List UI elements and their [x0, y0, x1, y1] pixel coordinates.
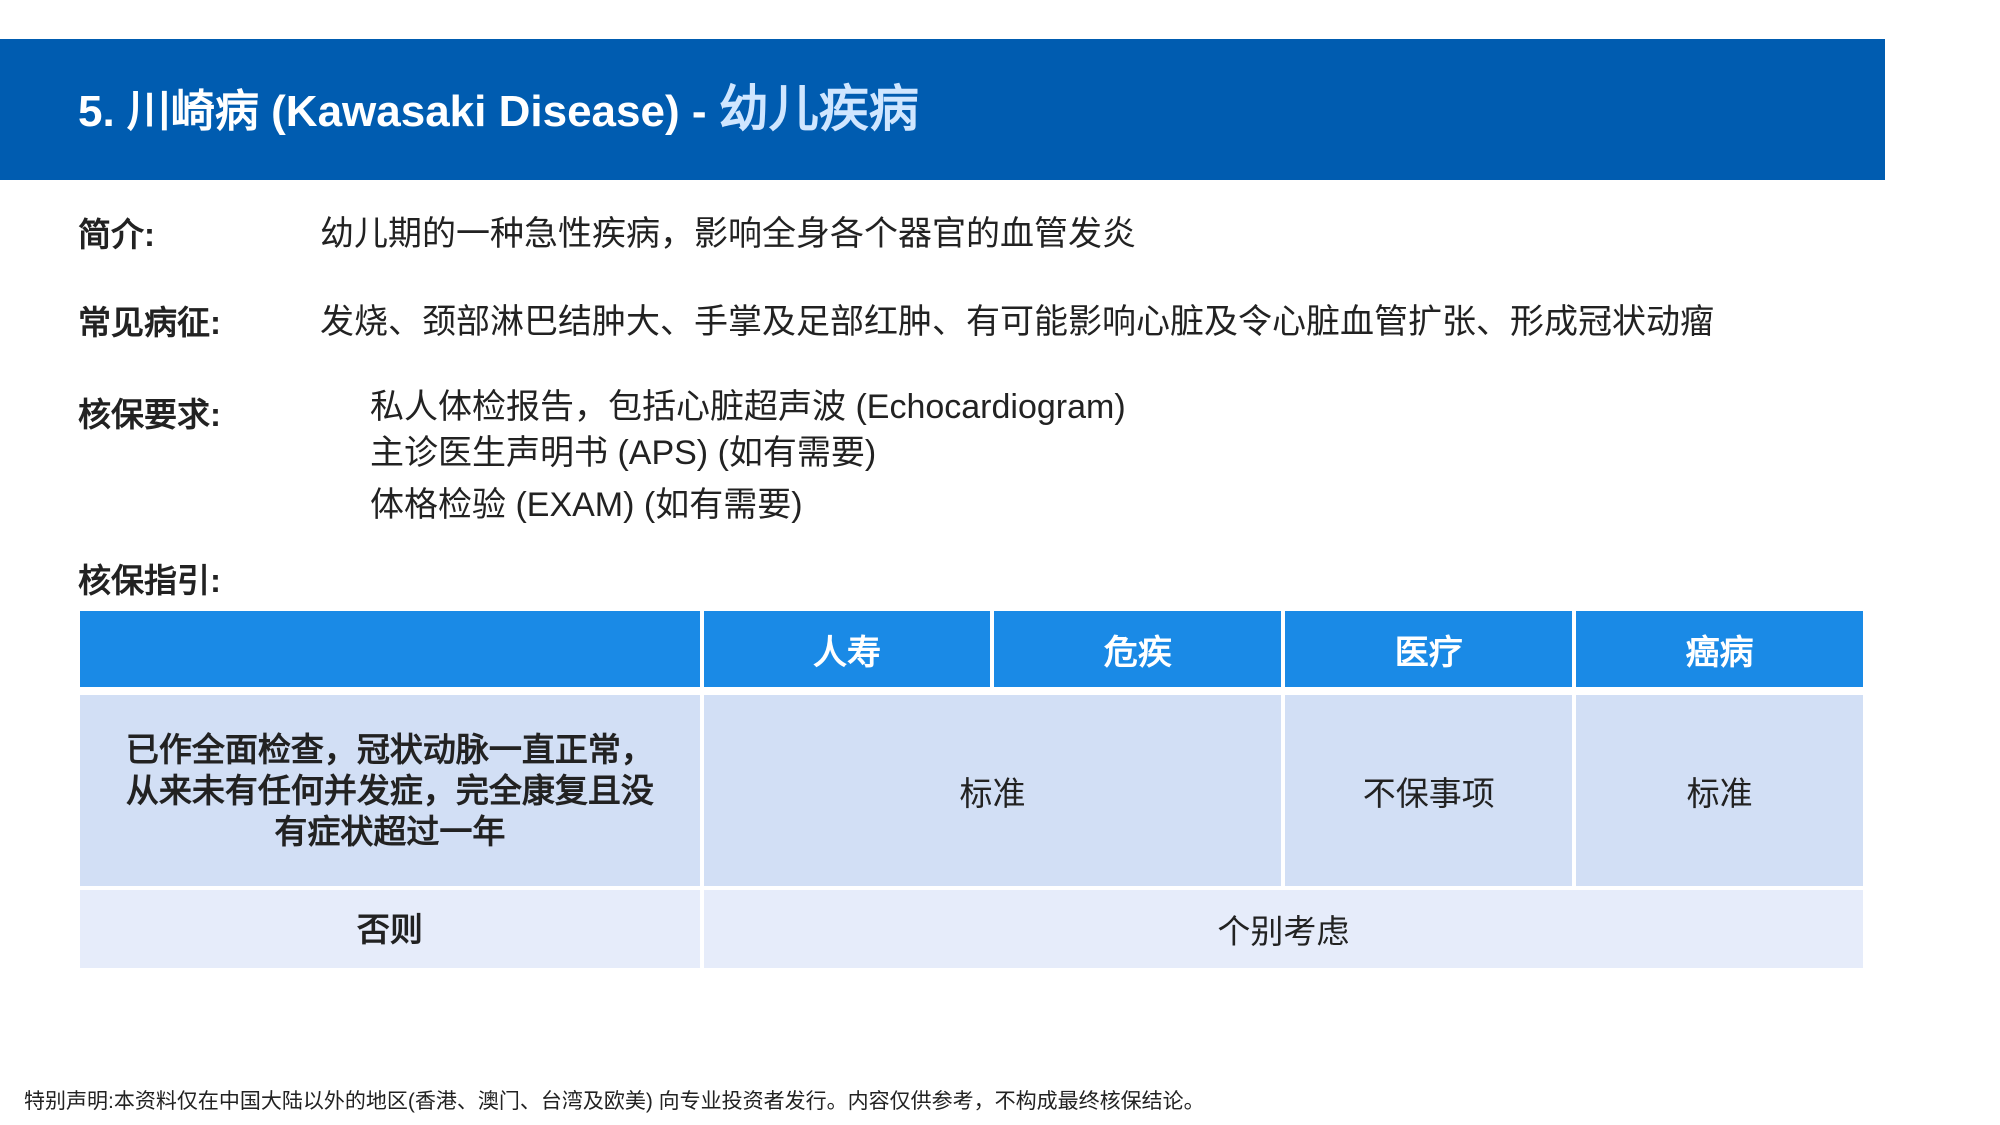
- condition-line: 从来未有任何并发症，完全康复且没: [125, 772, 654, 809]
- intro-label: 简介:: [78, 216, 155, 253]
- header-cell-medical: 医疗: [1285, 611, 1573, 695]
- table-row: 已作全面检查，冠状动脉一直正常， 从来未有任何并发症，完全康复且没 有症状超过一…: [80, 695, 1863, 890]
- life-critical-cell: 标准: [703, 695, 1282, 890]
- table-header-row: 人寿 危疾 医疗 癌病: [80, 611, 1863, 695]
- condition-cell: 已作全面检查，冠状动脉一直正常， 从来未有任何并发症，完全康复且没 有症状超过一…: [80, 695, 700, 890]
- requirements-label: 核保要求:: [78, 396, 221, 433]
- disclaimer: 特别声明:本资料仅在中国大陆以外的地区(香港、澳门、台湾及欧美) 向专业投资者发…: [24, 1090, 1205, 1113]
- title-main: 5. 川崎病 (Kawasaki Disease) -: [78, 87, 719, 136]
- medical-cell: 不保事项: [1285, 695, 1573, 890]
- condition-line: 已作全面检查，冠状动脉一直正常，: [125, 731, 654, 768]
- symptoms-label: 常见病征:: [78, 304, 221, 341]
- decision-cell: 个别考虑: [703, 890, 1863, 968]
- condition-line: 有症状超过一年: [274, 813, 506, 850]
- guide-label: 核保指引:: [78, 562, 221, 599]
- requirement-item: 体格检验 (EXAM) (如有需要): [370, 486, 803, 524]
- header-cell-cancer: 癌病: [1576, 611, 1863, 695]
- requirements-list: 私人体检报告，包括心脏超声波 (Echocardiogram) 主诊医生声明书 …: [370, 384, 1126, 528]
- header-cell-critical-illness: 危疾: [994, 611, 1282, 695]
- intro-text: 幼儿期的一种急性疾病，影响全身各个器官的血管发炎: [320, 215, 1136, 253]
- slide-header: 5. 川崎病 (Kawasaki Disease) - 幼儿疾病: [0, 39, 1885, 180]
- header-cell-empty: [80, 611, 700, 695]
- requirement-item: 私人体检报告，包括心脏超声波 (Echocardiogram): [370, 388, 1126, 426]
- table-row: 否则 个别考虑: [80, 890, 1863, 968]
- cancer-cell: 标准: [1576, 695, 1863, 890]
- header-cell-life: 人寿: [703, 611, 991, 695]
- symptoms-text: 发烧、颈部淋巴结肿大、手掌及足部红肿、有可能影响心脏及令心脏血管扩张、形成冠状动…: [320, 303, 1714, 341]
- requirement-item: 主诊医生声明书 (APS) (如有需要): [370, 434, 877, 472]
- title-sub: 幼儿疾病: [718, 81, 919, 137]
- underwriting-guide-table: 人寿 危疾 医疗 癌病 已作全面检查，冠状动脉一直正常， 从来未有任何并发症，完…: [76, 611, 1867, 968]
- condition-cell: 否则: [80, 890, 700, 968]
- slide-title: 5. 川崎病 (Kawasaki Disease) - 幼儿疾病: [78, 39, 919, 180]
